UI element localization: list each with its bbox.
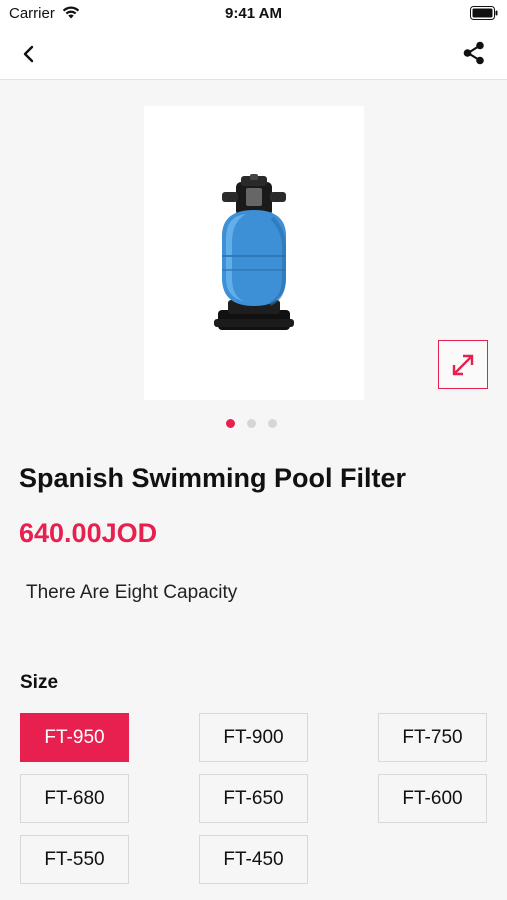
size-option-ft-950[interactable]: FT-950 (20, 713, 129, 762)
nav-bar (0, 28, 507, 80)
size-option-ft-450[interactable]: FT-450 (199, 835, 308, 884)
size-option-ft-650[interactable]: FT-650 (199, 774, 308, 823)
size-option-ft-600[interactable]: FT-600 (378, 774, 487, 823)
product-price: 640.00JOD (19, 518, 158, 548)
product-title: Spanish Swimming Pool Filter (19, 463, 407, 493)
status-time: 9:41 AM (225, 5, 282, 22)
size-options: FT-950 FT-900 FT-750 FT-680 FT-650 FT-60… (20, 713, 488, 885)
size-option-ft-680[interactable]: FT-680 (20, 774, 129, 823)
status-bar: Carrier 9:41 AM (0, 0, 507, 28)
share-icon (463, 41, 484, 65)
size-option-ft-900[interactable]: FT-900 (199, 713, 308, 762)
pagination-dot-active[interactable] (226, 419, 235, 428)
expand-image-button[interactable] (438, 340, 488, 389)
back-button[interactable] (14, 40, 44, 68)
pagination-dot[interactable] (268, 419, 277, 428)
size-heading: Size (20, 672, 59, 693)
size-option-ft-550[interactable]: FT-550 (20, 835, 129, 884)
size-option-ft-750[interactable]: FT-750 (378, 713, 487, 762)
expand-icon (452, 354, 474, 375)
pagination-dot[interactable] (247, 419, 256, 428)
battery-icon (470, 6, 498, 20)
pool-filter-image (214, 174, 294, 330)
product-image-card[interactable] (144, 106, 364, 400)
chevron-left-icon (23, 45, 34, 63)
product-description: There Are Eight Capacity (26, 582, 238, 603)
share-button[interactable] (459, 38, 489, 68)
gallery-pagination (226, 419, 277, 429)
